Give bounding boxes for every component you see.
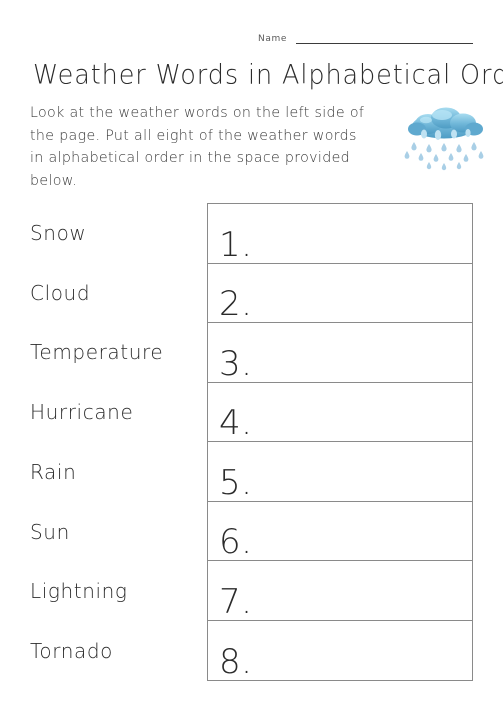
answer-row-number: 8. (219, 642, 253, 682)
answer-row[interactable]: 1. (208, 204, 472, 264)
weather-word: Tornado (30, 639, 113, 664)
answer-row[interactable]: 2. (208, 264, 472, 324)
name-input-line[interactable] (295, 43, 473, 44)
instructions-line-2: the page. Put all eight of the weather w… (30, 127, 357, 144)
weather-word: Hurricane (30, 400, 134, 425)
answer-row-number: 1. (219, 224, 253, 265)
name-label: Name (258, 34, 287, 44)
answer-row[interactable]: 3. (208, 323, 472, 383)
raindrops (404, 142, 484, 171)
answer-row-number: 7. (219, 581, 253, 622)
answer-table: 1. 2. 3. 4. 5. 6. 7. 8. (207, 203, 473, 681)
answer-row-number: 4. (219, 403, 253, 443)
cloud-body (408, 107, 483, 139)
rain-cloud-icon (398, 104, 494, 172)
worksheet-page: Name Weather Words in Alphabetical Order… (0, 0, 503, 722)
answer-row-number: 5. (219, 462, 253, 503)
instructions-line-3: in alphabetical order in the space provi… (30, 150, 350, 189)
weather-word: Temperature (30, 340, 164, 365)
answer-row-number: 6. (219, 522, 253, 562)
weather-word: Lightning (30, 579, 128, 604)
page-title: Weather Words in Alphabetical Order (33, 59, 503, 91)
answer-row-number: 2. (219, 284, 253, 324)
weather-word: Rain (30, 459, 77, 484)
weather-word-list: Snow Cloud Temperature Hurricane Rain Sun Ligh… (0, 203, 200, 681)
answer-row[interactable]: 6. (208, 502, 472, 562)
instructions-line-1: Look at the weather words on the left si… (30, 105, 365, 121)
instructions-text: Look at the weather words on the left si… (30, 102, 390, 192)
weather-word: Snow (30, 220, 87, 245)
name-field-row: Name (258, 26, 473, 46)
answer-row-number: 3. (219, 343, 253, 384)
weather-word: Sun (30, 519, 70, 544)
answer-row[interactable]: 8. (208, 621, 472, 681)
answer-row[interactable]: 4. (208, 383, 472, 443)
answer-row[interactable]: 5. (208, 442, 472, 502)
answer-row[interactable]: 7. (208, 561, 472, 621)
weather-word: Cloud (30, 280, 91, 305)
